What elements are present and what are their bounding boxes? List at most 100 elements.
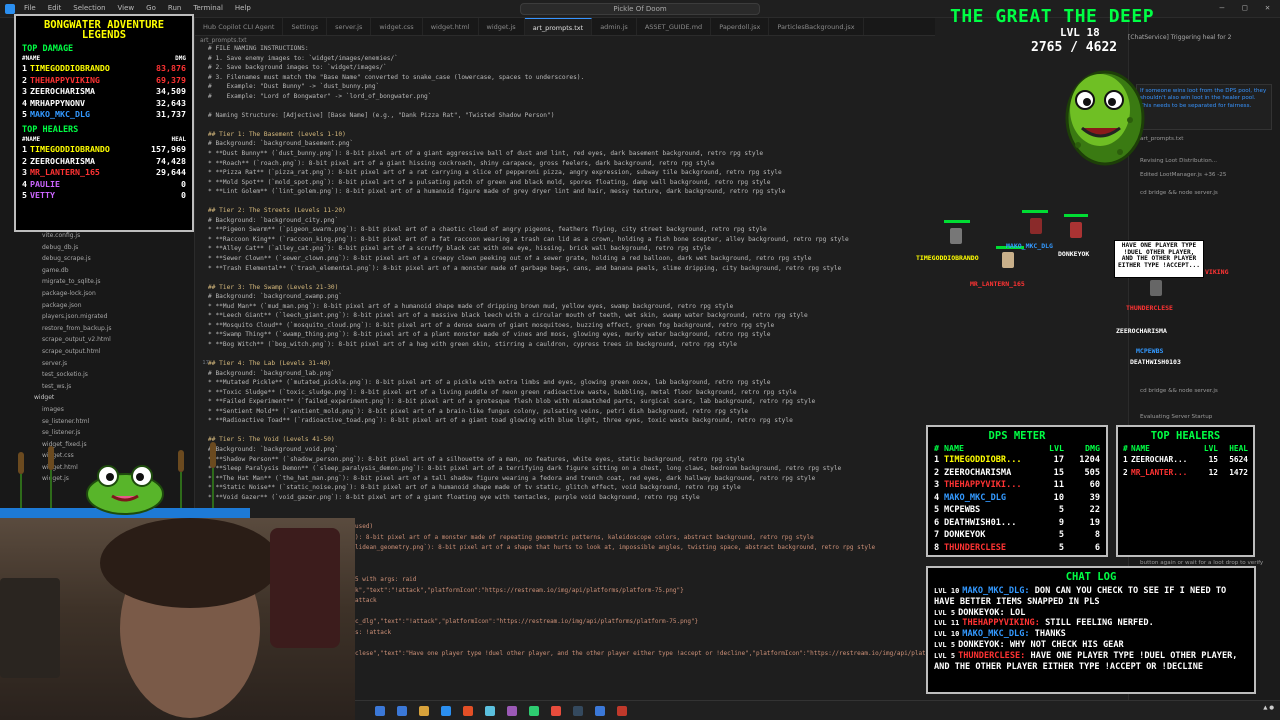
meter-row: 5 MCPEWBS 5 22: [934, 504, 1100, 517]
editor-tab[interactable]: widget.html: [423, 18, 479, 35]
taskbar-app-icon[interactable]: [375, 706, 385, 716]
code-line: * **Mold Spot** (`mold_spot.png`): 8-bit…: [195, 178, 925, 188]
file-item[interactable]: game.db: [0, 265, 195, 277]
taskbar-app-icon[interactable]: [485, 706, 495, 716]
chat-text: THANKS: [1034, 629, 1066, 640]
player-sprite: [1030, 218, 1042, 234]
player-name: ZEEROCHAR...: [1131, 455, 1188, 464]
heal-column: HEAL: [1229, 444, 1248, 453]
file-item[interactable]: package.json: [0, 300, 195, 312]
taskbar-app-icon[interactable]: [419, 706, 429, 716]
rank: 2: [1123, 467, 1128, 477]
menu-item[interactable]: Go: [144, 3, 158, 13]
file-item[interactable]: debug_scrape.js: [0, 253, 195, 265]
file-item[interactable]: restore_from_backup.js: [0, 323, 195, 335]
code-line: # Background: `background_lab.png`: [195, 369, 925, 379]
code-line: 17 ## Tier 4: The Lab (Levels 31-40): [195, 359, 925, 369]
boss-hp: 2765 / 4622: [1031, 40, 1118, 55]
taskbar-clock[interactable]: ▲ ●: [1263, 705, 1274, 711]
code-text: * **Roach** (`roach.png`): 8-bit pixel a…: [208, 159, 715, 167]
editor-tab[interactable]: Settings: [283, 18, 328, 35]
taskbar-app-icon[interactable]: [397, 706, 407, 716]
taskbar-app-icon[interactable]: [573, 706, 583, 716]
code-line: # Example: "Lord of Bongwater" -> `lord_…: [195, 92, 925, 102]
editor-tab[interactable]: ASSET_GUIDE.md: [637, 18, 712, 35]
file-item[interactable]: test_ws.js: [0, 381, 195, 393]
editor-tab[interactable]: admin.js: [592, 18, 637, 35]
score-value: 32,643: [156, 97, 186, 108]
menu-item[interactable]: Selection: [71, 3, 107, 13]
minimize-icon[interactable]: —: [1220, 3, 1225, 12]
file-item[interactable]: images: [0, 404, 195, 416]
menu-item[interactable]: Terminal: [191, 3, 225, 13]
file-item[interactable]: scrape_output_v2.html: [0, 334, 195, 346]
code-text: * **Sewer Clown** (`sewer_clown.png`): 8…: [208, 255, 812, 263]
taskbar-app-icon[interactable]: [551, 706, 561, 716]
player-name: ZEEROCHARISMA: [1116, 327, 1167, 335]
player-level: 5: [1058, 542, 1064, 553]
menu-item[interactable]: View: [116, 3, 137, 13]
folder-item[interactable]: widget: [0, 392, 195, 404]
meter-value: 1472: [1229, 467, 1248, 477]
maximize-icon[interactable]: □: [1242, 3, 1247, 12]
code-text: * **Void Gazer** (`void_gazer.png`): 8-b…: [208, 493, 700, 501]
code-line: # 3. Filenames must match the "Base Name…: [195, 73, 925, 83]
damage-column: DMG: [175, 55, 186, 62]
code-line: * **Bog Witch** (`bog_witch.png`): 8-bit…: [195, 340, 925, 350]
code-line: * **Failed Experiment** (`failed_experim…: [195, 397, 925, 407]
code-text: * **Pigeon Swarm** (`pigeon_swarm.png`):…: [208, 226, 767, 234]
meter-row: 3 THEHAPPYVIKI... 11 60: [934, 479, 1100, 492]
file-item[interactable]: migrate_to_sqlite.js: [0, 276, 195, 288]
code-line: * **Dust Bunny** (`dust_bunny.png`): 8-b…: [195, 149, 925, 159]
code-line: * **Lint Golem** (`lint_golem.png`): 8-b…: [195, 187, 925, 197]
taskbar-app-icon[interactable]: [529, 706, 539, 716]
meter-row: 4 MAKO_MKC_DLG 10 39: [934, 492, 1100, 505]
menu-item[interactable]: Help: [233, 3, 253, 13]
file-item[interactable]: players.json.migrated: [0, 311, 195, 323]
editor-tab[interactable]: server.js: [327, 18, 372, 35]
player-name: MCPEWBS: [1136, 347, 1164, 355]
pickle-boss-sprite: [1065, 70, 1145, 166]
file-item[interactable]: test_socketio.js: [0, 369, 195, 381]
player-name: MCPEWBS: [944, 505, 981, 515]
code-line: * **Radioactive Toad** (`radioactive_toa…: [195, 416, 925, 426]
meter-value: 5624: [1229, 455, 1248, 464]
file-item[interactable]: package-lock.json: [0, 288, 195, 300]
taskbar-app-icon[interactable]: [441, 706, 451, 716]
editor-tab[interactable]: Hub Copilot CLI Agent: [195, 18, 284, 35]
menu-item[interactable]: File: [22, 3, 38, 13]
player-name: MAKO_MKC_DLG: [1006, 242, 1053, 250]
code-line: # 1. Save enemy images to: `widget/image…: [195, 54, 925, 64]
boss-title: THE GREAT THE DEEP: [950, 6, 1155, 27]
file-item[interactable]: server.js: [0, 358, 195, 370]
taskbar-app-icon[interactable]: [595, 706, 605, 716]
gift-box: [270, 528, 340, 648]
file-item[interactable]: scrape_output.html: [0, 346, 195, 358]
editor-tab[interactable]: Paperdoll.jsx: [711, 18, 770, 35]
taskbar-app-icon[interactable]: [463, 706, 473, 716]
command-center-search[interactable]: Pickle Of Doom: [520, 3, 760, 15]
chat-level: LVL 10: [934, 587, 960, 595]
line-number: 17: [202, 360, 209, 367]
menu-item[interactable]: Run: [166, 3, 183, 13]
close-icon[interactable]: ✕: [1265, 3, 1270, 12]
code-line: * **Mud Man** (`mud_man.png`): 8-bit pix…: [195, 302, 925, 312]
chat-level: LVL 10: [934, 630, 960, 639]
code-line: ## Tier 1: The Basement (Levels 1-10): [195, 130, 925, 140]
file-item[interactable]: se_listener.html: [0, 416, 195, 428]
editor-tab[interactable]: art_prompts.txt: [524, 18, 593, 35]
file-item[interactable]: debug_db.js: [0, 242, 195, 254]
breadcrumb[interactable]: art_prompts.txt: [200, 37, 247, 44]
editor-tab[interactable]: widget.js: [479, 18, 525, 35]
chat-text: WHY NOT CHECK HIS GEAR: [1009, 639, 1124, 650]
taskbar-app-icon[interactable]: [617, 706, 627, 716]
taskbar-app-icon[interactable]: [507, 706, 517, 716]
editor-tab[interactable]: widget.css: [371, 18, 423, 35]
menu-item[interactable]: Edit: [46, 3, 64, 13]
editor-tab[interactable]: ParticlesBackground.jsx: [769, 18, 864, 35]
leaderboard-row: 3 MR_LANTERN_165 29,644: [22, 167, 186, 179]
meter-row: 2 ZEEROCHARISMA 15 505: [934, 467, 1100, 480]
player-name: ZEEROCHARISMA: [30, 155, 95, 166]
